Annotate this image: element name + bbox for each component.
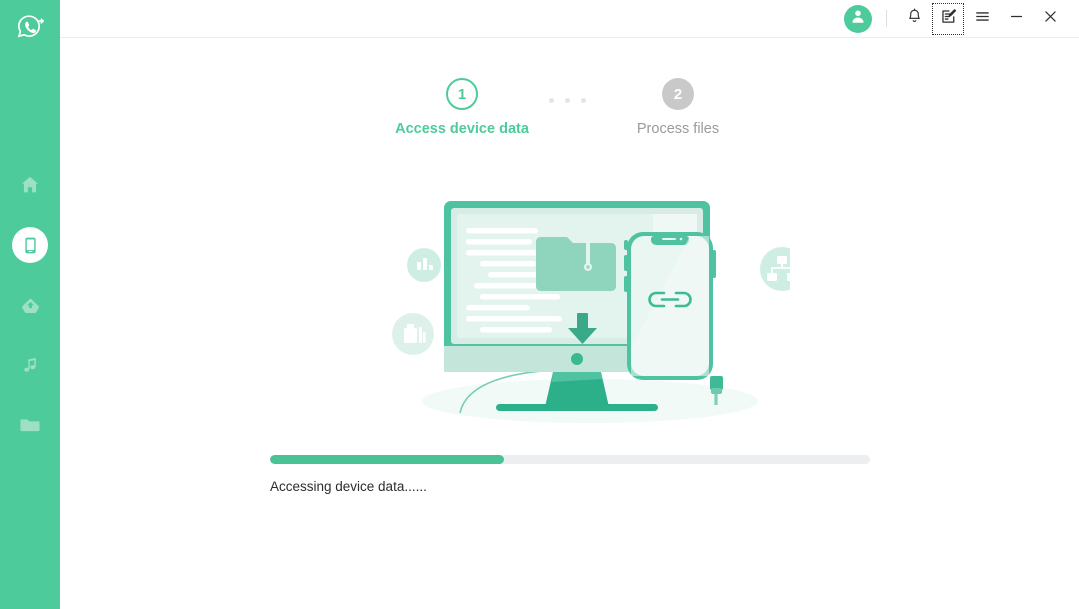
app-logo	[0, 0, 60, 60]
sidebar-item-files[interactable]	[0, 395, 60, 455]
connector-dot	[565, 98, 570, 103]
hamburger-menu-icon	[974, 8, 991, 30]
step-connector-dots	[549, 98, 586, 103]
music-note-icon	[12, 347, 48, 383]
notifications-button[interactable]	[901, 6, 927, 32]
step-process-files: 2 Process files	[598, 78, 758, 137]
device-data-transfer-illustration	[390, 188, 804, 438]
feedback-icon	[940, 8, 957, 30]
avatar[interactable]	[844, 4, 872, 33]
sidebar-item-home[interactable]	[0, 155, 60, 215]
connector-dot	[581, 98, 586, 103]
minimize-icon	[1008, 8, 1025, 30]
step-access-device-data: 1 Access device data	[382, 78, 542, 137]
folder-icon	[12, 407, 48, 443]
sitemap-badge	[760, 247, 804, 291]
progress-bar-fill	[270, 455, 504, 464]
main-content: 1 Access device data 2 Process files Acc…	[60, 38, 1079, 609]
menu-button[interactable]	[969, 6, 995, 32]
smartphone-icon	[624, 232, 723, 405]
phone-icon	[12, 227, 48, 263]
sidebar	[0, 0, 60, 609]
close-icon	[1042, 8, 1059, 30]
home-icon	[12, 167, 48, 203]
connector-dot	[549, 98, 554, 103]
feedback-button[interactable]	[932, 2, 964, 35]
sidebar-nav	[0, 155, 60, 455]
step-1-number: 1	[446, 78, 478, 110]
bell-icon	[906, 8, 923, 30]
sidebar-item-device[interactable]	[0, 215, 60, 275]
sidebar-item-music[interactable]	[0, 335, 60, 395]
step-1-label: Access device data	[395, 121, 529, 137]
cloud-icon	[12, 287, 48, 323]
step-2-number: 2	[662, 78, 694, 110]
zipped-folder-icon	[536, 236, 616, 291]
progress-section: Accessing device data......	[270, 455, 870, 494]
whatsapp-transfer-logo-icon	[13, 11, 47, 50]
title-bar	[60, 0, 1079, 38]
close-button[interactable]	[1037, 6, 1063, 32]
sidebar-item-backup[interactable]	[0, 275, 60, 335]
minimize-button[interactable]	[1003, 6, 1029, 32]
progress-bar-track	[270, 455, 870, 464]
titlebar-divider	[886, 10, 887, 27]
app-window: 1 Access device data 2 Process files Acc…	[0, 0, 1079, 609]
user-avatar-icon	[849, 7, 867, 30]
progress-status-text: Accessing device data......	[270, 479, 427, 494]
step-2-label: Process files	[636, 121, 720, 137]
step-indicator: 1 Access device data 2 Process files	[60, 56, 1079, 146]
